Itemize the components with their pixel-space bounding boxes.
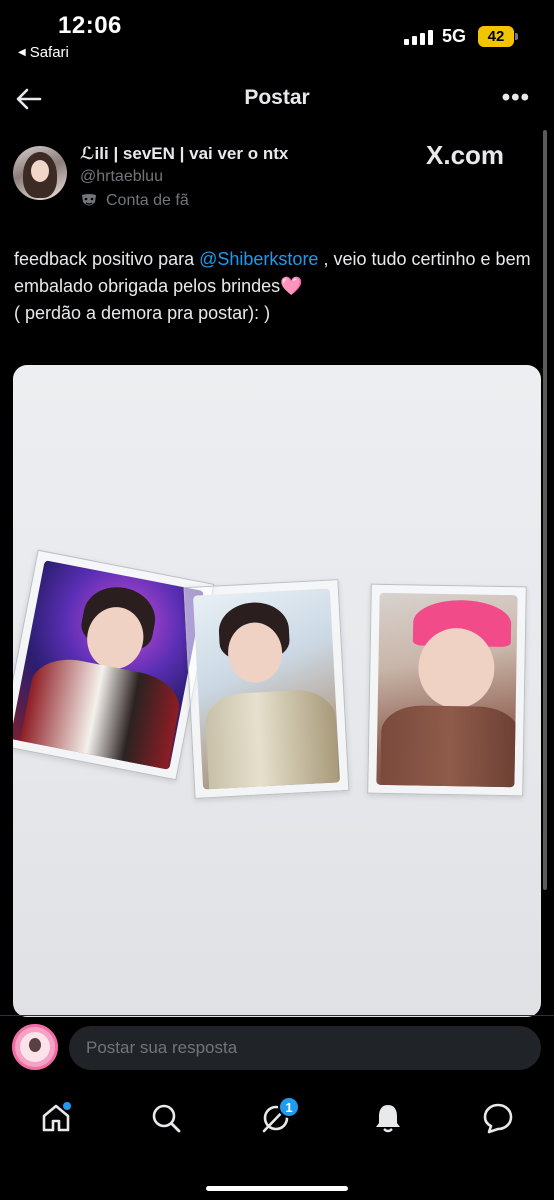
more-options-icon[interactable]: ••• — [502, 84, 530, 112]
back-to-safari[interactable]: ◀ Safari — [18, 44, 69, 61]
reply-user-avatar[interactable] — [12, 1024, 58, 1070]
messages-tab[interactable] — [478, 1098, 518, 1138]
battery-icon: 42 — [478, 26, 518, 47]
tweet-photo[interactable] — [13, 365, 541, 1017]
home-notification-dot — [63, 1102, 71, 1110]
network-type: 5G — [442, 26, 467, 46]
photocard-1 — [13, 549, 215, 781]
author-handle[interactable]: @hrtaebluu — [80, 168, 163, 186]
page-title: Postar — [244, 86, 310, 109]
grok-tab[interactable]: 1 — [256, 1096, 300, 1138]
tweet-text: feedback positivo para @Shiberkstore , v… — [14, 246, 534, 327]
chat-bubble-icon — [483, 1103, 513, 1134]
fan-account-text: Conta de fã — [106, 192, 189, 209]
author-avatar[interactable] — [13, 146, 67, 200]
bell-icon — [376, 1105, 400, 1133]
status-time: 12:06 — [58, 12, 122, 39]
home-tab[interactable] — [36, 1098, 76, 1138]
search-icon — [152, 1104, 181, 1133]
status-bar: 12:06 ◀ Safari 5G 42 — [0, 0, 554, 66]
scrollbar[interactable] — [543, 130, 547, 890]
battery-level: 42 — [487, 28, 505, 45]
author-name[interactable]: ℒili | sevEN | vai ver o ntx — [80, 144, 288, 164]
back-app-label: Safari — [29, 44, 69, 61]
grok-badge: 1 — [278, 1096, 300, 1118]
tweet-text-part1: feedback positivo para — [14, 249, 200, 269]
search-tab[interactable] — [146, 1098, 186, 1138]
photocard-3 — [367, 583, 527, 797]
mention-link[interactable]: @Shiberkstore — [199, 249, 318, 269]
photocard-2 — [183, 579, 350, 799]
x-com-logo: X.com — [426, 140, 505, 170]
top-bar: Postar ••• — [0, 78, 554, 122]
tweet-text-part3: ( perdão a demora pra postar): ) — [14, 303, 271, 323]
reply-placeholder: Postar sua resposta — [86, 1038, 238, 1057]
notifications-tab[interactable] — [368, 1098, 408, 1138]
signal-icon — [404, 29, 433, 45]
pink-heart-emoji: 🩷 — [280, 276, 303, 296]
theater-mask-icon — [82, 194, 96, 206]
home-indicator — [206, 1186, 348, 1191]
back-triangle-icon: ◀ — [18, 47, 26, 58]
reply-divider — [0, 1015, 554, 1016]
fan-account-label: Conta de fã — [80, 192, 189, 210]
bottom-nav: 1 — [0, 1088, 554, 1148]
reply-input[interactable]: Postar sua resposta — [69, 1026, 541, 1070]
